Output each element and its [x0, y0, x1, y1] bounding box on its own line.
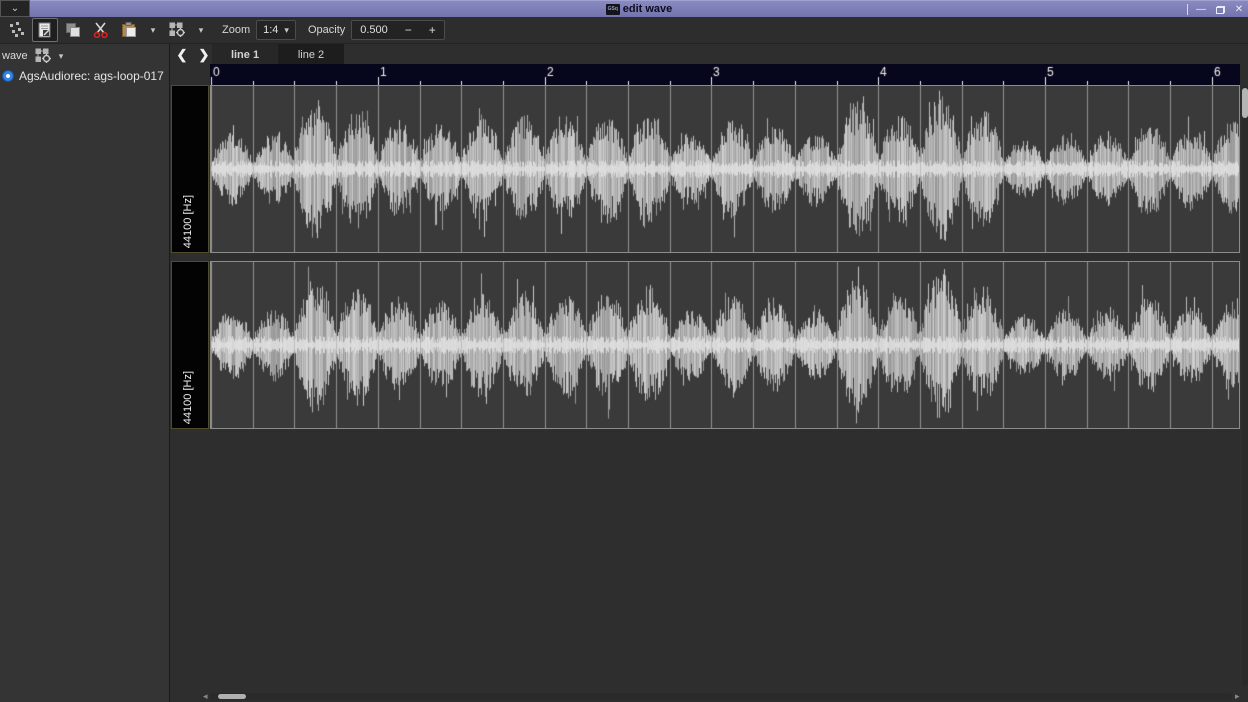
copy-icon [65, 22, 81, 38]
opacity-label: Opacity [308, 24, 345, 36]
minimize-button[interactable]: — [1195, 3, 1207, 16]
time-ruler-canvas [210, 64, 1240, 85]
wave-panel-2-frame [210, 261, 1240, 429]
horizontal-scrollbar-thumb[interactable] [218, 694, 246, 699]
close-button[interactable]: ✕ [1233, 3, 1245, 16]
titlebar-drag-area[interactable]: GSq edit wave — ✕ [30, 0, 1248, 17]
wave-panel-1: 44100 [Hz] [171, 85, 1240, 253]
next-tab-button[interactable]: ❯ [196, 47, 212, 63]
wave-panel-2-rate-strip: 44100 [Hz] [171, 261, 209, 429]
chevron-down-icon: ▾ [199, 25, 204, 36]
restore-icon [1216, 6, 1225, 14]
window-controls-separator [1187, 4, 1188, 15]
window-title: edit wave [623, 3, 673, 15]
samplerate-label: 44100 [Hz] [182, 195, 194, 248]
edit-wave-window: { "window": { "title": "edit wave", "app… [0, 0, 1248, 702]
window-title-group: GSq edit wave [606, 3, 673, 15]
wave-panel-2: 44100 [Hz] [171, 261, 1240, 429]
opacity-increment-button[interactable]: + [420, 21, 444, 39]
tool-popup-button[interactable] [164, 18, 190, 42]
opacity-decrement-button[interactable]: − [396, 21, 420, 39]
tab-line-2[interactable]: line 2 [278, 44, 344, 65]
position-tool-button[interactable] [4, 18, 30, 42]
window-controls: — ✕ [1187, 1, 1245, 18]
opacity-spinbutton[interactable]: 0.500 − + [351, 20, 445, 40]
edit-icon [37, 22, 53, 38]
opacity-value[interactable]: 0.500 [352, 24, 396, 36]
copy-tool-button[interactable] [60, 18, 86, 42]
app-icon: GSq [606, 4, 620, 15]
tab-line-1-label: line 1 [231, 49, 259, 61]
zoom-value: 1:4 [263, 24, 278, 36]
wave-selector-row: wave ▾ [0, 44, 169, 66]
wave-panel-1-rate-strip: 44100 [Hz] [171, 85, 209, 253]
restore-button[interactable] [1214, 3, 1226, 16]
chevron-down-icon: ⌄ [11, 4, 19, 14]
chevron-down-icon[interactable]: ▾ [59, 51, 64, 62]
paste-menu-button[interactable]: ▾ [144, 18, 162, 42]
hscroll-right-arrow[interactable]: ▸ [1235, 691, 1240, 701]
tab-line-1[interactable]: line 1 [212, 44, 278, 65]
zoom-label: Zoom [222, 24, 250, 36]
machine-graph-gear-icon [169, 22, 186, 38]
prev-tab-button[interactable]: ❮ [174, 47, 190, 63]
vertical-scrollbar-thumb[interactable] [1242, 88, 1248, 118]
time-ruler [210, 64, 1240, 85]
waveform-canvas-2[interactable] [211, 262, 1239, 428]
cut-icon [93, 22, 109, 38]
edit-tool-button[interactable] [32, 18, 58, 42]
waveform-canvas-1[interactable] [211, 86, 1239, 252]
vertical-scrollbar[interactable] [1242, 86, 1248, 686]
machine-label: AgsAudiorec: ags-loop-017 [19, 69, 164, 83]
tool-popup-menu-button[interactable]: ▾ [192, 18, 210, 42]
machine-sidebar: wave ▾ AgsAudiorec: ags-loop-017 [0, 44, 170, 702]
cut-tool-button[interactable] [88, 18, 114, 42]
hscroll-left-arrow[interactable]: ◂ [203, 691, 208, 701]
zoom-combo[interactable]: 1:4 ▾ [256, 20, 296, 40]
window-menu-button[interactable]: ⌄ [0, 0, 30, 17]
machine-radio-selected[interactable] [2, 70, 14, 82]
line-tabstrip: line 1 line 2 [212, 44, 344, 65]
horizontal-scrollbar[interactable] [210, 693, 1232, 700]
machine-radio-row[interactable]: AgsAudiorec: ags-loop-017 [0, 66, 169, 86]
titlebar[interactable]: ⌄ GSq edit wave — ✕ [0, 0, 1248, 17]
tab-line-2-label: line 2 [298, 49, 324, 61]
samplerate-label: 44100 [Hz] [182, 371, 194, 424]
tab-nav-buttons: ❮ ❯ [174, 44, 212, 65]
chevron-down-icon: ▾ [284, 25, 289, 36]
wave-panel-1-frame [210, 85, 1240, 253]
paste-tool-button[interactable] [116, 18, 142, 42]
paste-icon [121, 22, 137, 38]
toolbar: ▾ ▾ Zoom 1:4 ▾ Opacity 0.500 − + [0, 17, 1248, 44]
machine-graph-gear-icon[interactable] [35, 48, 52, 64]
position-icon [9, 22, 25, 38]
wave-label: wave [2, 50, 28, 62]
chevron-down-icon: ▾ [151, 25, 156, 36]
